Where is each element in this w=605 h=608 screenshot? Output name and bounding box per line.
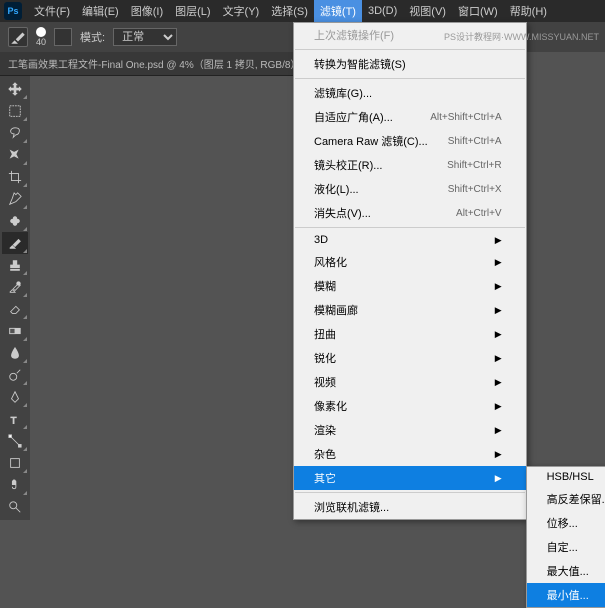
chevron-right-icon: ▶ [495, 401, 502, 412]
chevron-right-icon: ▶ [495, 353, 502, 364]
zoom-tool[interactable] [2, 496, 28, 518]
filter-cat-3d[interactable]: 3D▶ [294, 230, 526, 250]
eyedropper-tool[interactable] [2, 188, 28, 210]
toolbar: T [0, 76, 30, 520]
menu-layer[interactable]: 图层(L) [169, 0, 216, 22]
filter-cat-stylize[interactable]: 风格化▶ [294, 250, 526, 274]
svg-text:T: T [11, 415, 17, 426]
marquee-tool[interactable] [2, 100, 28, 122]
chevron-right-icon: ▶ [495, 305, 502, 316]
brush-tool[interactable] [2, 232, 28, 254]
menu-file[interactable]: 文件(F) [28, 0, 76, 22]
filter-menu-dropdown: 上次滤镜操作(F) 转换为智能滤镜(S) 滤镜库(G)... 自适应广角(A).… [293, 22, 527, 520]
shape-tool[interactable] [2, 452, 28, 474]
other-hsb[interactable]: HSB/HSL [527, 467, 605, 487]
filter-cat-pixelate[interactable]: 像素化▶ [294, 394, 526, 418]
filter-cat-blur-gallery[interactable]: 模糊画廊▶ [294, 298, 526, 322]
other-maximum[interactable]: 最大值... [527, 559, 605, 583]
filter-cat-noise[interactable]: 杂色▶ [294, 442, 526, 466]
brush-icon[interactable] [8, 27, 28, 47]
chevron-right-icon: ▶ [495, 257, 502, 268]
menu-help[interactable]: 帮助(H) [504, 0, 553, 22]
chevron-right-icon: ▶ [495, 235, 502, 246]
other-highpass[interactable]: 高反差保留... [527, 487, 605, 511]
path-tool[interactable] [2, 430, 28, 452]
other-custom[interactable]: 自定... [527, 535, 605, 559]
menu-edit[interactable]: 编辑(E) [76, 0, 125, 22]
brush-preset[interactable]: 40 [36, 27, 46, 47]
stamp-tool[interactable] [2, 254, 28, 276]
filter-lens-correction[interactable]: 镜头校正(R)...Shift+Ctrl+R [294, 153, 526, 177]
separator [295, 49, 525, 50]
other-offset[interactable]: 位移... [527, 511, 605, 535]
eraser-tool[interactable] [2, 298, 28, 320]
filter-cat-render[interactable]: 渲染▶ [294, 418, 526, 442]
document-tab[interactable]: 工笔画效果工程文件-Final One.psd @ 4%（图层 1 拷贝, RG… [0, 52, 308, 76]
filter-browse-online[interactable]: 浏览联机滤镜... [294, 495, 526, 519]
menu-filter[interactable]: 滤镜(T) [314, 0, 362, 22]
chevron-right-icon: ▶ [495, 329, 502, 340]
chevron-right-icon: ▶ [495, 449, 502, 460]
chevron-right-icon: ▶ [495, 281, 502, 292]
other-submenu: HSB/HSL 高反差保留... 位移... 自定... 最大值... 最小值.… [526, 466, 605, 608]
filter-gallery[interactable]: 滤镜库(G)... [294, 81, 526, 105]
menu-select[interactable]: 选择(S) [265, 0, 314, 22]
gradient-tool[interactable] [2, 320, 28, 342]
ps-logo: Ps [4, 2, 22, 20]
separator [295, 78, 525, 79]
pen-tool[interactable] [2, 386, 28, 408]
blur-tool[interactable] [2, 342, 28, 364]
crop-tool[interactable] [2, 166, 28, 188]
filter-camera-raw[interactable]: Camera Raw 滤镜(C)...Shift+Ctrl+A [294, 129, 526, 153]
brush-size-label: 40 [36, 37, 46, 47]
menu-3d[interactable]: 3D(D) [362, 2, 403, 20]
brush-dot-icon [36, 27, 46, 37]
filter-last: 上次滤镜操作(F) [294, 23, 526, 47]
menu-type[interactable]: 文字(Y) [217, 0, 266, 22]
filter-liquify[interactable]: 液化(L)...Shift+Ctrl+X [294, 177, 526, 201]
mode-label: 模式: [80, 29, 105, 45]
filter-cat-distort[interactable]: 扭曲▶ [294, 322, 526, 346]
type-tool[interactable]: T [2, 408, 28, 430]
filter-cat-blur[interactable]: 模糊▶ [294, 274, 526, 298]
filter-cat-sharpen[interactable]: 锐化▶ [294, 346, 526, 370]
mode-select[interactable]: 正常 [113, 28, 177, 46]
menu-window[interactable]: 窗口(W) [452, 0, 504, 22]
menu-view[interactable]: 视图(V) [403, 0, 452, 22]
chevron-right-icon: ▶ [495, 425, 502, 436]
chevron-right-icon: ▶ [495, 377, 502, 388]
heal-tool[interactable] [2, 210, 28, 232]
move-tool[interactable] [2, 78, 28, 100]
toggle-1[interactable] [54, 28, 72, 46]
filter-convert-smart[interactable]: 转换为智能滤镜(S) [294, 52, 526, 76]
filter-cat-other[interactable]: 其它▶ HSB/HSL 高反差保留... 位移... 自定... 最大值... … [294, 466, 526, 490]
dodge-tool[interactable] [2, 364, 28, 386]
filter-adaptive-wide-angle[interactable]: 自适应广角(A)...Alt+Shift+Ctrl+A [294, 105, 526, 129]
filter-cat-video[interactable]: 视频▶ [294, 370, 526, 394]
filter-vanishing-point[interactable]: 消失点(V)...Alt+Ctrl+V [294, 201, 526, 225]
other-minimum[interactable]: 最小值... [527, 583, 605, 607]
history-brush-tool[interactable] [2, 276, 28, 298]
separator [295, 227, 525, 228]
lasso-tool[interactable] [2, 122, 28, 144]
separator [295, 492, 525, 493]
chevron-right-icon: ▶ [495, 473, 502, 484]
wand-tool[interactable] [2, 144, 28, 166]
menu-image[interactable]: 图像(I) [125, 0, 169, 22]
hand-tool[interactable] [2, 474, 28, 496]
menubar: Ps 文件(F) 编辑(E) 图像(I) 图层(L) 文字(Y) 选择(S) 滤… [0, 0, 605, 22]
